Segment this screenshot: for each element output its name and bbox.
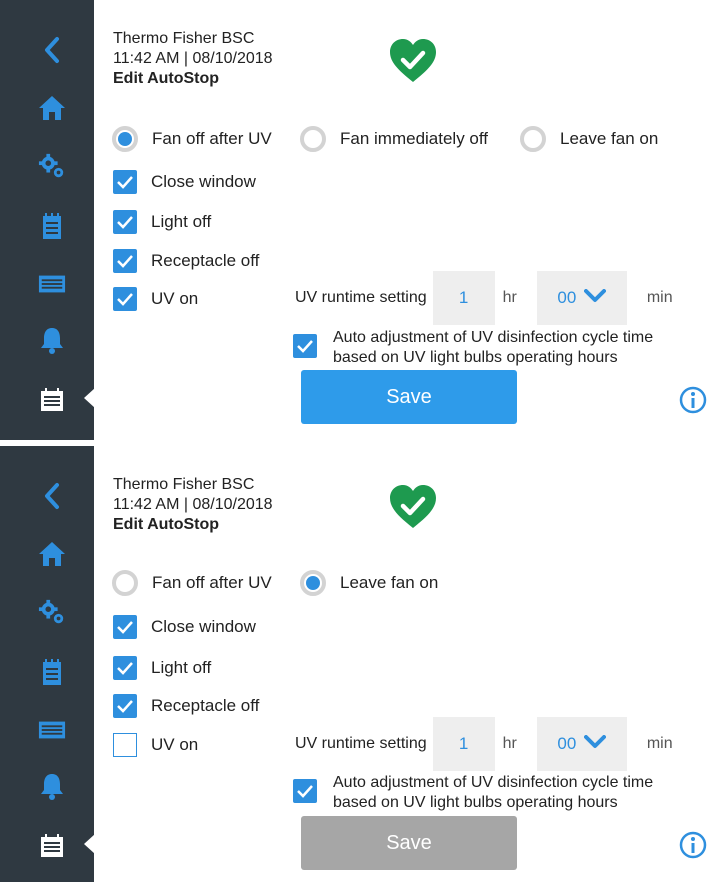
uv-hours-input[interactable]: 1: [432, 271, 495, 325]
radio-label: Fan off after UV: [152, 129, 272, 148]
checkbox-label: Close window: [151, 172, 256, 191]
home-icon[interactable]: [38, 94, 66, 122]
notepad-icon[interactable]: [38, 212, 66, 240]
auto-adjust-line2: based on UV light bulbs operating hours: [333, 349, 618, 366]
hr-unit: hr: [502, 289, 517, 306]
checkbox-label: UV on: [151, 735, 199, 754]
window-display-icon[interactable]: [38, 716, 66, 744]
bell-icon[interactable]: [38, 772, 66, 800]
active-indicator: [84, 834, 95, 854]
active-indicator: [84, 388, 95, 408]
minutes-value: 00: [557, 734, 577, 753]
back-icon[interactable]: [38, 482, 66, 510]
auto-adjust-checkbox[interactable]: Auto adjustment of UV disinfection cycle…: [293, 773, 653, 813]
header: Thermo Fisher BSC 11:42 AM | 08/10/2018 …: [113, 29, 273, 89]
datetime: 11:42 AM | 08/10/2018: [113, 496, 273, 513]
device-name: Thermo Fisher BSC: [113, 476, 255, 493]
heart-check-icon: [388, 38, 438, 89]
radio-label: Leave fan on: [340, 573, 439, 592]
checkbox-light-off[interactable]: Light off: [113, 210, 211, 234]
checkbox-close-window[interactable]: Close window: [113, 170, 256, 194]
hr-unit: hr: [502, 735, 517, 752]
auto-adjust-line1: Auto adjustment of UV disinfection cycle…: [333, 774, 654, 791]
device-name: Thermo Fisher BSC: [113, 30, 255, 47]
checkbox-close-window[interactable]: Close window: [113, 615, 256, 639]
auto-adjust-checkbox[interactable]: Auto adjustment of UV disinfection cycle…: [293, 328, 653, 368]
heart-check-icon: [388, 484, 438, 535]
settings-gears-icon[interactable]: [38, 152, 66, 180]
checkbox-uv-on[interactable]: UV on: [113, 287, 198, 311]
checkbox-label: Close window: [151, 617, 256, 636]
radio-leave-fan-on[interactable]: Leave fan on: [300, 570, 438, 596]
radio-fan-off-after-uv[interactable]: Fan off after UV: [112, 126, 272, 152]
uv-hours-input[interactable]: 1: [432, 717, 495, 771]
min-unit: min: [646, 735, 673, 752]
window-display-icon[interactable]: [38, 270, 66, 298]
info-icon[interactable]: [679, 831, 707, 864]
uv-minutes-select[interactable]: 00: [536, 271, 627, 325]
calendar-list-icon[interactable]: [38, 832, 66, 860]
datetime: 11:42 AM | 08/10/2018: [113, 50, 273, 67]
checkbox-light-off[interactable]: Light off: [113, 656, 211, 680]
auto-adjust-line1: Auto adjustment of UV disinfection cycle…: [333, 329, 654, 346]
checkbox-label: Receptacle off: [151, 251, 260, 270]
home-icon[interactable]: [38, 540, 66, 568]
header: Thermo Fisher BSC 11:42 AM | 08/10/2018 …: [113, 475, 273, 535]
radio-fan-off-after-uv[interactable]: Fan off after UV: [112, 570, 272, 596]
checkbox-label: Light off: [151, 658, 212, 677]
settings-gears-icon[interactable]: [38, 598, 66, 626]
sidebar: [0, 0, 95, 440]
uv-runtime-row: UV runtime setting 1 hr 00 min: [295, 717, 673, 771]
page-title: Edit AutoStop: [113, 70, 220, 87]
uv-runtime-label: UV runtime setting: [295, 289, 427, 306]
radio-label: Fan immediately off: [340, 129, 489, 148]
uv-minutes-select[interactable]: 00: [536, 717, 627, 771]
save-button[interactable]: Save: [301, 816, 517, 870]
checkbox-uv-on[interactable]: UV on: [113, 733, 198, 757]
info-icon[interactable]: [679, 386, 707, 419]
notepad-icon[interactable]: [38, 658, 66, 686]
back-icon[interactable]: [38, 36, 66, 64]
save-button[interactable]: Save: [301, 370, 517, 424]
bell-icon[interactable]: [38, 326, 66, 354]
uv-runtime-label: UV runtime setting: [295, 735, 427, 752]
chevron-down-icon: [584, 734, 607, 754]
radio-leave-fan-on[interactable]: Leave fan on: [520, 126, 658, 152]
radio-label: Fan off after UV: [152, 573, 272, 592]
uv-runtime-row: UV runtime setting 1 hr 00 min: [295, 271, 673, 325]
chevron-down-icon: [584, 288, 607, 308]
min-unit: min: [646, 289, 673, 306]
auto-adjust-line2: based on UV light bulbs operating hours: [333, 794, 618, 811]
page-title: Edit AutoStop: [113, 516, 220, 533]
radio-label: Leave fan on: [560, 129, 659, 148]
autostop-panel-2: Thermo Fisher BSC 11:42 AM | 08/10/2018 …: [0, 446, 720, 882]
calendar-list-icon[interactable]: [38, 386, 66, 414]
minutes-value: 00: [557, 288, 577, 307]
autostop-panel-1: Thermo Fisher BSC 11:42 AM | 08/10/2018 …: [0, 0, 720, 440]
checkbox-receptacle-off[interactable]: Receptacle off: [113, 249, 259, 273]
radio-fan-immediately-off[interactable]: Fan immediately off: [300, 126, 488, 152]
checkbox-receptacle-off[interactable]: Receptacle off: [113, 694, 259, 718]
checkbox-label: Light off: [151, 212, 212, 231]
sidebar: [0, 446, 95, 882]
checkbox-label: UV on: [151, 289, 199, 308]
checkbox-label: Receptacle off: [151, 696, 260, 715]
